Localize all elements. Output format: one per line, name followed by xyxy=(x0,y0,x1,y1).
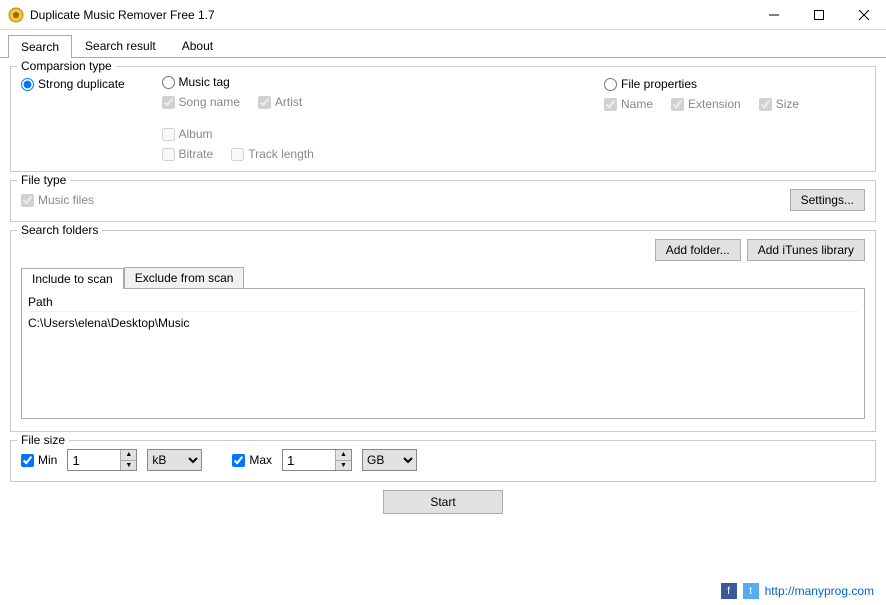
search-folders-group: Search folders Add folder... Add iTunes … xyxy=(10,230,876,432)
comparison-legend: Comparsion type xyxy=(17,59,116,73)
check-bitrate: Bitrate xyxy=(162,147,214,161)
check-album: Album xyxy=(162,127,213,141)
footer: f t http://manyprog.com xyxy=(721,583,874,599)
facebook-icon[interactable]: f xyxy=(721,583,737,599)
folders-legend: Search folders xyxy=(17,223,102,237)
tab-include-scan[interactable]: Include to scan xyxy=(21,268,124,289)
filetype-legend: File type xyxy=(17,173,70,187)
file-size-group: File size Min ▲▼ kB Max ▲▼ GB xyxy=(10,440,876,482)
check-min[interactable]: Min xyxy=(21,453,57,467)
file-type-group: File type Music files Settings... xyxy=(10,180,876,222)
tab-search[interactable]: Search xyxy=(8,35,72,58)
check-extension: Extension xyxy=(671,97,741,111)
filesize-legend: File size xyxy=(17,433,69,447)
comparison-type-group: Comparsion type Strong duplicate Music t… xyxy=(10,66,876,172)
scan-tabs: Include to scan Exclude from scan xyxy=(21,267,865,289)
start-button[interactable]: Start xyxy=(383,490,503,514)
titlebar: Duplicate Music Remover Free 1.7 xyxy=(0,0,886,30)
add-folder-button[interactable]: Add folder... xyxy=(655,239,741,261)
max-spinner[interactable]: ▲▼ xyxy=(335,450,351,470)
radio-strong-duplicate[interactable]: Strong duplicate xyxy=(21,77,152,91)
website-link[interactable]: http://manyprog.com xyxy=(765,584,874,598)
check-artist: Artist xyxy=(258,95,302,109)
min-spinner[interactable]: ▲▼ xyxy=(120,450,136,470)
check-name: Name xyxy=(604,97,653,111)
path-list[interactable]: Path C:\Users\elena\Desktop\Music xyxy=(21,289,865,419)
maximize-button[interactable] xyxy=(796,0,841,29)
tab-about[interactable]: About xyxy=(169,34,226,57)
radio-file-properties[interactable]: File properties xyxy=(604,77,865,91)
settings-button[interactable]: Settings... xyxy=(790,189,865,211)
tab-exclude-scan[interactable]: Exclude from scan xyxy=(124,267,245,288)
path-item[interactable]: C:\Users\elena\Desktop\Music xyxy=(28,312,858,334)
check-size: Size xyxy=(759,97,799,111)
path-column-header: Path xyxy=(28,293,858,312)
window-title: Duplicate Music Remover Free 1.7 xyxy=(30,8,751,22)
close-button[interactable] xyxy=(841,0,886,29)
radio-music-tag[interactable]: Music tag xyxy=(162,75,344,89)
min-unit-select[interactable]: kB xyxy=(147,449,202,471)
check-max[interactable]: Max xyxy=(232,453,272,467)
main-tabs: Search Search result About xyxy=(0,30,886,58)
check-track-length: Track length xyxy=(231,147,314,161)
check-song-name: Song name xyxy=(162,95,240,109)
add-itunes-button[interactable]: Add iTunes library xyxy=(747,239,865,261)
tab-search-result[interactable]: Search result xyxy=(72,34,169,57)
max-unit-select[interactable]: GB xyxy=(362,449,417,471)
minimize-button[interactable] xyxy=(751,0,796,29)
check-music-files: Music files xyxy=(21,193,94,207)
twitter-icon[interactable]: t xyxy=(743,583,759,599)
app-icon xyxy=(8,7,24,23)
